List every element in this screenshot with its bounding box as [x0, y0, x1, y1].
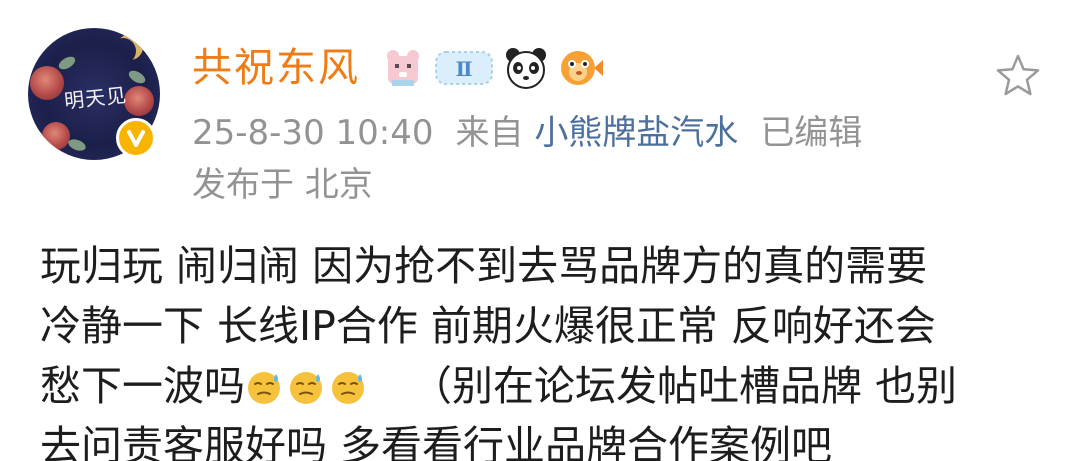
user-badges: Ⅱ	[384, 42, 604, 94]
rose-decoration	[30, 66, 64, 100]
source-link[interactable]: 小熊牌盐汽水	[534, 113, 738, 153]
content-text: 愁下一波吗	[40, 362, 245, 410]
content-line: 冷静一下 长线IP合作 前期火爆很正常 反响好还会	[40, 302, 936, 350]
panda-emoji-badge-icon[interactable]	[504, 46, 548, 90]
post-content: 玩归玩 闹归闹 因为抢不到去骂品牌方的真的需要 冷静一下 长线IP合作 前期火爆…	[40, 236, 1050, 461]
leaf-decoration	[66, 137, 88, 153]
content-line: 去问责客服好吗 多看看行业品牌合作案例吧	[40, 422, 833, 461]
gemini-zodiac-badge-icon[interactable]: Ⅱ	[434, 46, 494, 90]
post-meta: 25-8-30 10:40 来自 小熊牌盐汽水 已编辑	[192, 110, 862, 156]
svg-text:Ⅱ: Ⅱ	[456, 57, 473, 81]
pufferfish-badge-icon[interactable]	[558, 46, 604, 90]
verified-v-icon	[116, 118, 156, 158]
pixel-bear-badge-icon[interactable]	[384, 46, 424, 90]
leaf-decoration	[126, 68, 148, 86]
rose-decoration	[124, 86, 154, 116]
edited-label[interactable]: 已编辑	[760, 113, 862, 153]
username[interactable]: 共祝东风	[192, 42, 360, 94]
sweat-smile-emoji-icon	[332, 372, 364, 404]
source-prefix: 来自	[455, 113, 524, 153]
post-timestamp: 25-8-30 10:40	[192, 113, 434, 153]
star-outline-icon[interactable]	[994, 52, 1042, 100]
content-line: 玩归玩 闹归闹 因为抢不到去骂品牌方的真的需要	[40, 242, 928, 290]
weibo-post-card: 明天见 共祝东风 Ⅱ 25-8-30 10:40 来自 小熊牌盐汽水 已编辑 发…	[0, 0, 1080, 461]
post-location: 发布于 北京	[192, 165, 373, 205]
rose-decoration	[42, 122, 70, 150]
content-line: 愁下一波吗 （别在论坛发帖吐槽品牌 也别	[40, 356, 1050, 416]
leaf-decoration	[56, 54, 78, 72]
sweat-smile-emoji-icon	[248, 372, 280, 404]
content-text: （别在论坛发帖吐槽品牌 也别	[411, 362, 958, 410]
sweat-smile-emoji-icon	[290, 372, 322, 404]
avatar-signature: 明天见	[63, 82, 129, 114]
moon-decoration	[110, 38, 136, 64]
